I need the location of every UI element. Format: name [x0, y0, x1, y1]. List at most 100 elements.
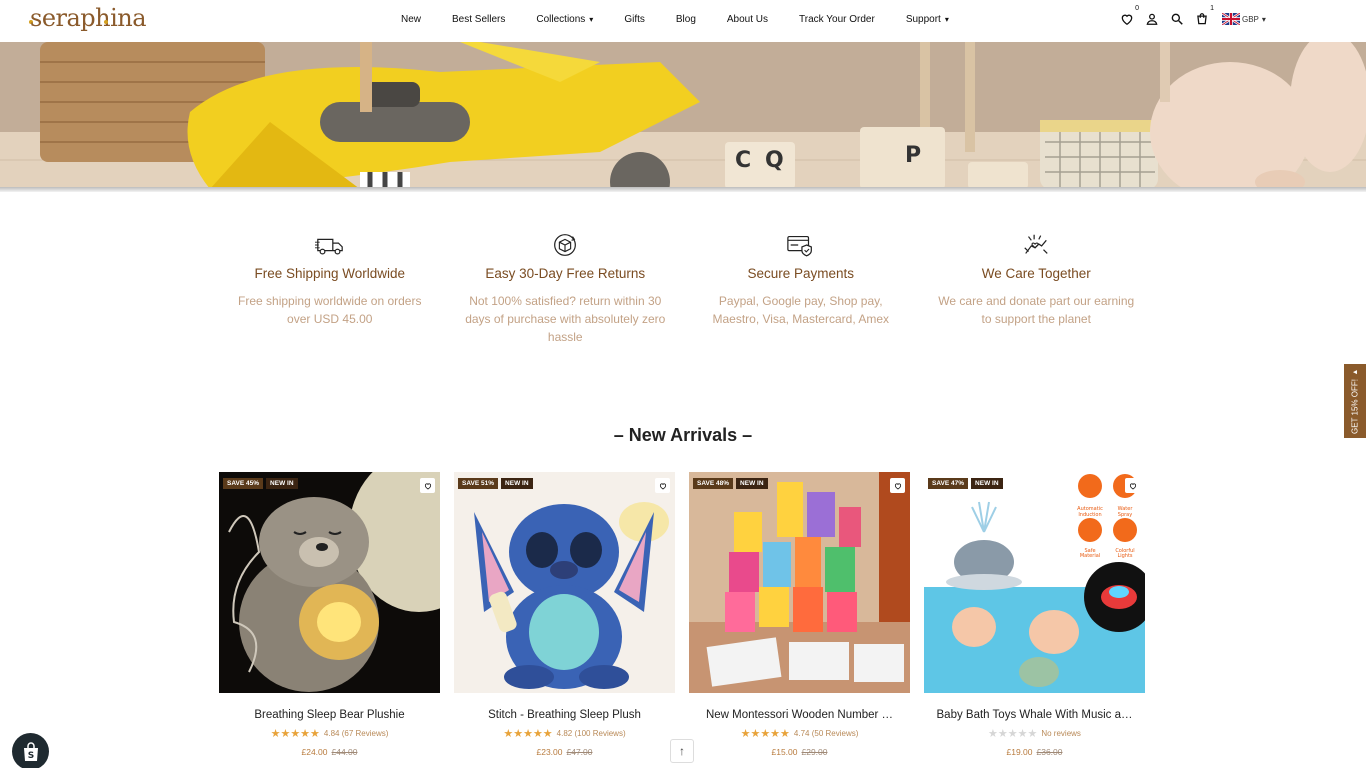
chevron-down-icon: ▾: [589, 15, 594, 24]
feature-shipping: Free Shipping Worldwide Free shipping wo…: [212, 232, 448, 346]
hero-image: C Q P: [0, 42, 1366, 189]
heart-icon: [424, 483, 431, 489]
product-card[interactable]: SAVE 48% NEW IN New Montessori Wooden Nu…: [689, 472, 910, 757]
heart-icon: [659, 483, 666, 489]
product-name[interactable]: Stitch - Breathing Sleep Plush: [454, 709, 675, 721]
feature-returns: Easy 30-Day Free Returns Not 100% satisf…: [448, 232, 684, 346]
feature-text: Free shipping worldwide on orders over U…: [238, 294, 422, 326]
star-rating-icon: ★★★★★: [988, 728, 1038, 740]
search-button[interactable]: [1170, 12, 1184, 26]
currency-code: GBP: [1242, 14, 1259, 24]
new-tag: NEW IN: [971, 478, 1003, 489]
logo-ornament: [104, 20, 108, 24]
product-tags: SAVE 45% NEW IN: [223, 478, 301, 489]
feature-title: Easy 30-Day Free Returns: [485, 266, 646, 281]
feature-payments: Secure Payments Paypal, Google pay, Shop…: [683, 232, 919, 346]
feature-title: Secure Payments: [747, 266, 855, 281]
rating-value: 4.82: [556, 729, 573, 738]
product-image[interactable]: SAVE 48% NEW IN: [689, 472, 910, 693]
header-actions: 0 1 GBP ▾: [1120, 5, 1266, 26]
save-tag: SAVE 51%: [458, 478, 499, 489]
nav-label: Support: [905, 14, 941, 25]
product-image[interactable]: SAVE 51% NEW IN: [454, 472, 675, 693]
nav-label: Best Sellers: [452, 14, 506, 25]
product-rating: ★★★★★ 4.84 (67 Reviews): [219, 727, 440, 740]
sale-price: £15.00: [771, 747, 798, 757]
nav-label: Collections: [536, 14, 586, 25]
wishlist-button[interactable]: 0: [1120, 5, 1139, 26]
new-arrivals-title: – New Arrivals –: [613, 425, 753, 445]
wishlist-toggle[interactable]: [420, 478, 435, 493]
heart-icon: [1129, 483, 1136, 489]
review-count: No reviews: [1041, 729, 1081, 738]
wishlist-toggle[interactable]: [1125, 478, 1140, 493]
wishlist-count: 0: [1135, 5, 1139, 12]
nav-label: New: [401, 14, 422, 25]
rating-value: 4.74: [793, 729, 810, 738]
heart-icon: [1121, 14, 1133, 26]
new-tag: NEW IN: [501, 478, 533, 489]
uk-flag-icon: [1222, 13, 1240, 25]
compare-price: £36.00: [1036, 747, 1063, 757]
save-tag: SAVE 48%: [693, 478, 734, 489]
product-price: £19.00 £36.00: [924, 747, 1145, 757]
svg-text:S: S: [27, 751, 33, 761]
compare-price: £29.00: [801, 747, 828, 757]
shopify-chat-button[interactable]: S: [12, 733, 49, 768]
product-name[interactable]: Baby Bath Toys Whale With Music a…: [924, 709, 1145, 721]
scroll-to-top-button[interactable]: ↑: [670, 739, 694, 763]
nav-item-track-order[interactable]: Track Your Order: [799, 14, 875, 25]
whale-badge-label: Material: [1080, 553, 1100, 559]
nav-label: Gifts: [624, 14, 645, 25]
sale-price: £19.00: [1006, 747, 1033, 757]
bear-plushie-image: [219, 472, 440, 693]
compare-price: £47.00: [566, 747, 593, 757]
star-rating-icon: ★★★★★: [503, 728, 553, 740]
product-tags: SAVE 48% NEW IN: [693, 478, 771, 489]
product-name[interactable]: Breathing Sleep Bear Plushie: [219, 709, 440, 721]
currency-selector[interactable]: GBP ▾: [1222, 13, 1266, 25]
feature-care: We Care Together We care and donate part…: [919, 232, 1155, 346]
sale-price: £24.00: [301, 747, 328, 757]
account-button[interactable]: [1145, 12, 1159, 26]
nav-item-best-sellers[interactable]: Best Sellers: [452, 14, 505, 25]
product-card[interactable]: Automatic Induction Water Spray Safe Mat…: [924, 472, 1145, 757]
site-header: seraphina New Best Sellers Collections ▾ …: [0, 0, 1366, 42]
product-rating: ★★★★★ No reviews: [924, 727, 1145, 740]
nav-item-support[interactable]: Support ▾: [906, 14, 949, 25]
nav-label: Blog: [675, 14, 696, 25]
discount-side-tab[interactable]: GET 15% OFF! ▸: [1344, 364, 1366, 438]
account-icon: [1146, 13, 1158, 25]
product-card[interactable]: SAVE 45% NEW IN Breathing Sleep Bear Plu…: [219, 472, 440, 757]
nav-item-about-us[interactable]: About Us: [727, 14, 768, 25]
product-tags: SAVE 51% NEW IN: [458, 478, 536, 489]
review-count: (50 Reviews): [811, 729, 859, 738]
product-card[interactable]: SAVE 51% NEW IN Stitch - Breathing Sleep…: [454, 472, 675, 757]
arrow-up-icon: ↑: [679, 744, 685, 758]
secure-card-icon: [787, 235, 812, 257]
site-logo[interactable]: seraphina: [30, 4, 147, 32]
nav-item-collections[interactable]: Collections ▾: [536, 14, 593, 25]
truck-icon: [314, 238, 343, 255]
svg-text:P: P: [905, 143, 921, 168]
hero-banner: C Q P: [0, 42, 1366, 189]
wishlist-toggle[interactable]: [890, 478, 905, 493]
nav-item-new[interactable]: New: [401, 14, 421, 25]
compare-price: £44.00: [331, 747, 358, 757]
nav-item-gifts[interactable]: Gifts: [624, 14, 645, 25]
product-image[interactable]: Automatic Induction Water Spray Safe Mat…: [924, 472, 1145, 693]
whale-badge-label: Lights: [1117, 553, 1132, 559]
product-image[interactable]: SAVE 45% NEW IN: [219, 472, 440, 693]
product-name[interactable]: New Montessori Wooden Number …: [689, 709, 910, 721]
nav-label: Track Your Order: [799, 14, 875, 25]
cart-button[interactable]: 1: [1195, 5, 1214, 26]
feature-text: Not 100% satisfied? return within 30 day…: [465, 294, 666, 344]
wishlist-toggle[interactable]: [655, 478, 670, 493]
main-nav: New Best Sellers Collections ▾ Gifts Blog…: [401, 14, 980, 25]
nav-item-blog[interactable]: Blog: [676, 14, 696, 25]
montessori-numbers-image: [689, 472, 910, 693]
chevron-down-icon: ▾: [1261, 14, 1266, 24]
cart-count: 1: [1210, 5, 1214, 12]
review-count: (100 Reviews): [574, 729, 626, 738]
product-price: £23.00 £47.00: [454, 747, 675, 757]
